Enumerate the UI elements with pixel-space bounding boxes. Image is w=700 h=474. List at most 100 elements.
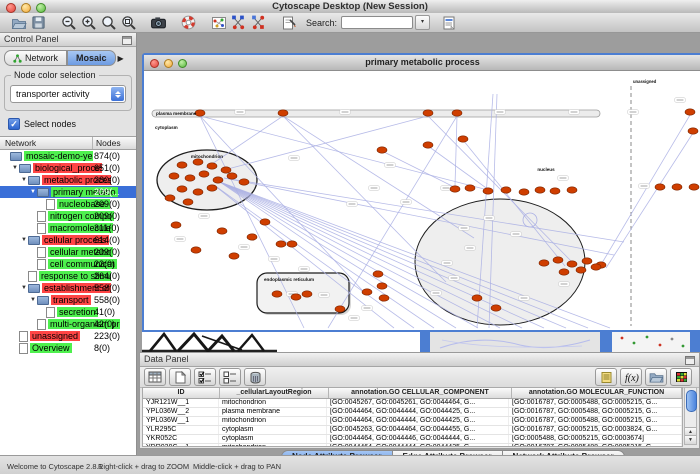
tree-row[interactable]: cell communicat22(0) (0, 258, 136, 270)
network-view-window[interactable]: primary metabolic process plasma membran… (142, 53, 700, 332)
unselect-attributes-button[interactable] (219, 368, 241, 386)
attribute-table[interactable]: ID_cellularLayoutRegionannotation.GO CEL… (142, 387, 683, 447)
column-header[interactable]: ID (143, 388, 220, 398)
formula-fx-button[interactable]: f(x) (620, 368, 642, 386)
graph-edge (224, 178, 624, 242)
select-attributes-button[interactable] (194, 368, 216, 386)
tree-row[interactable]: ▼biological_process651(0) (0, 162, 136, 174)
float-panel-icon[interactable] (122, 36, 132, 45)
close-window-button[interactable] (6, 3, 16, 13)
zoom-in-button[interactable] (80, 14, 97, 31)
network-canvas[interactable]: plasma membranecytoplasmmitochondrionnuc… (144, 70, 700, 330)
tree-row[interactable]: secretion41(0) (0, 306, 136, 318)
graph-node (483, 188, 493, 194)
tree-expander[interactable]: ▼ (11, 165, 19, 171)
attribute-table-button[interactable] (144, 368, 166, 386)
table-scrollbar[interactable]: ▲ ▼ (684, 387, 697, 445)
layout-red-button[interactable] (250, 14, 267, 31)
column-header[interactable]: annotation.GO MOLECULAR_FUNCTION (512, 388, 682, 398)
attribute-doc-button[interactable] (440, 14, 457, 31)
tree-row[interactable]: ▼transport558(0) (0, 294, 136, 306)
import-folder-button[interactable] (645, 368, 667, 386)
background-windows (142, 332, 700, 352)
tree-expander[interactable]: ▼ (29, 297, 37, 303)
layout-blue-button[interactable] (230, 14, 247, 31)
matrix-button[interactable] (670, 368, 692, 386)
node-count: 8(0) (94, 343, 110, 353)
tree-row[interactable]: ▼primary metabo209(... (0, 186, 136, 198)
table-row[interactable]: YJR121W__1mitochondrion[GO:0045267, GO:0… (143, 399, 682, 408)
column-header[interactable]: annotation.GO CELLULAR_COMPONENT (329, 388, 512, 398)
search-input[interactable] (341, 16, 413, 29)
save-session-button[interactable] (30, 14, 47, 31)
tree-row[interactable]: ▼establishment of lo558(0) (0, 282, 136, 294)
tree-row[interactable]: ▼cellular process614(0) (0, 234, 136, 246)
birdseye-view-button[interactable] (210, 14, 227, 31)
node-color-combobox[interactable]: transporter activity (10, 85, 126, 103)
table-row[interactable]: YDR039C__1mitochondrion[GO:0044464, GO:0… (143, 444, 682, 447)
tree-row[interactable]: unassigned223(0) (0, 330, 136, 342)
tree-row[interactable]: macromolecule311(0) (0, 222, 136, 234)
graph-node (377, 283, 387, 289)
zoom-out-button[interactable] (60, 14, 77, 31)
plasma-membrane-region (152, 110, 600, 117)
region-label: unassigned (633, 79, 657, 84)
status-pan-hint: Middle-click + drag to PAN (193, 462, 281, 471)
tree-expander[interactable]: ▼ (20, 177, 28, 183)
delete-attribute-button[interactable] (244, 368, 266, 386)
open-session-button[interactable] (10, 14, 27, 31)
graph-node (207, 185, 217, 191)
minimize-window-button[interactable] (21, 3, 31, 13)
table-row[interactable]: YPL036W__1mitochondrion[GO:0044464, GO:0… (143, 417, 682, 426)
tabs-overflow-arrow[interactable]: ▶ (118, 54, 124, 63)
tree-row[interactable]: Overview8(0) (0, 342, 136, 354)
zoom-view-button[interactable] (178, 59, 187, 68)
select-nodes-checkbox[interactable]: ✓ (8, 118, 20, 130)
cytoscape-desktop: Cytoscape Desktop (New Session) Search: … (0, 0, 700, 474)
tree-row[interactable]: nucleobase-209(0) (0, 198, 136, 210)
tree-row[interactable]: cellular metabo209(0) (0, 246, 136, 258)
zoom-window-button[interactable] (36, 3, 46, 13)
notepad-button[interactable] (595, 368, 617, 386)
tree-row[interactable]: ▼metabolic process280(0) (0, 174, 136, 186)
tab-mosaic[interactable]: Mosaic (67, 50, 116, 66)
column-nodes[interactable]: Nodes (93, 137, 136, 149)
snapshot-camera-button[interactable] (150, 14, 167, 31)
new-attribute-button[interactable] (169, 368, 191, 386)
tree-expander[interactable]: ▼ (29, 189, 37, 195)
zoom-actual-button[interactable] (100, 14, 117, 31)
table-cell: mitochondrion (219, 444, 327, 447)
zoom-selected-button[interactable] (120, 14, 137, 31)
graph-node (553, 257, 563, 263)
column-header[interactable]: _cellularLayoutRegion (220, 388, 329, 398)
table-cell: YLR295C (143, 426, 219, 434)
graph-node (685, 109, 695, 115)
tree-row[interactable]: nitrogen compo209(0) (0, 210, 136, 222)
node-count: 209(... (94, 187, 120, 197)
node-count: 209(0) (94, 247, 120, 257)
node-color-value: transporter activity (11, 89, 110, 99)
tree-row[interactable]: multi-organism pro42(0) (0, 318, 136, 330)
minimize-view-button[interactable] (164, 59, 173, 68)
network-file-icon (37, 223, 46, 234)
search-dropdown-arrow[interactable]: ▾ (415, 15, 430, 30)
float-data-panel-icon[interactable] (685, 356, 695, 365)
scrollbar-thumb[interactable] (686, 390, 697, 412)
tree-expander[interactable]: ▼ (20, 285, 28, 291)
column-network[interactable]: Network (0, 137, 93, 149)
tree-row[interactable]: response to stimul264(0) (0, 270, 136, 282)
network-file-icon (37, 259, 46, 270)
tree-expander[interactable]: ▼ (20, 237, 28, 243)
close-view-button[interactable] (150, 59, 159, 68)
tree-row[interactable]: mosaic-demo-yeast874(0) (0, 150, 136, 162)
graph-node (567, 261, 577, 267)
annotation-button[interactable] (280, 14, 297, 31)
select-nodes-label: Select nodes (24, 119, 76, 129)
help-lifesaver-button[interactable] (180, 14, 197, 31)
table-row[interactable]: YPL036W__2plasma membrane[GO:0044464, GO… (143, 408, 682, 417)
table-row[interactable]: YKR052Ccytoplasm[GO:0044464, GO:0044446,… (143, 435, 682, 444)
graph-node (177, 186, 187, 192)
scroll-down-button[interactable]: ▼ (685, 435, 696, 444)
tab-network[interactable]: Network (4, 50, 67, 66)
table-row[interactable]: YLR295Ccytoplasm[GO:0045263, GO:0044464,… (143, 426, 682, 435)
